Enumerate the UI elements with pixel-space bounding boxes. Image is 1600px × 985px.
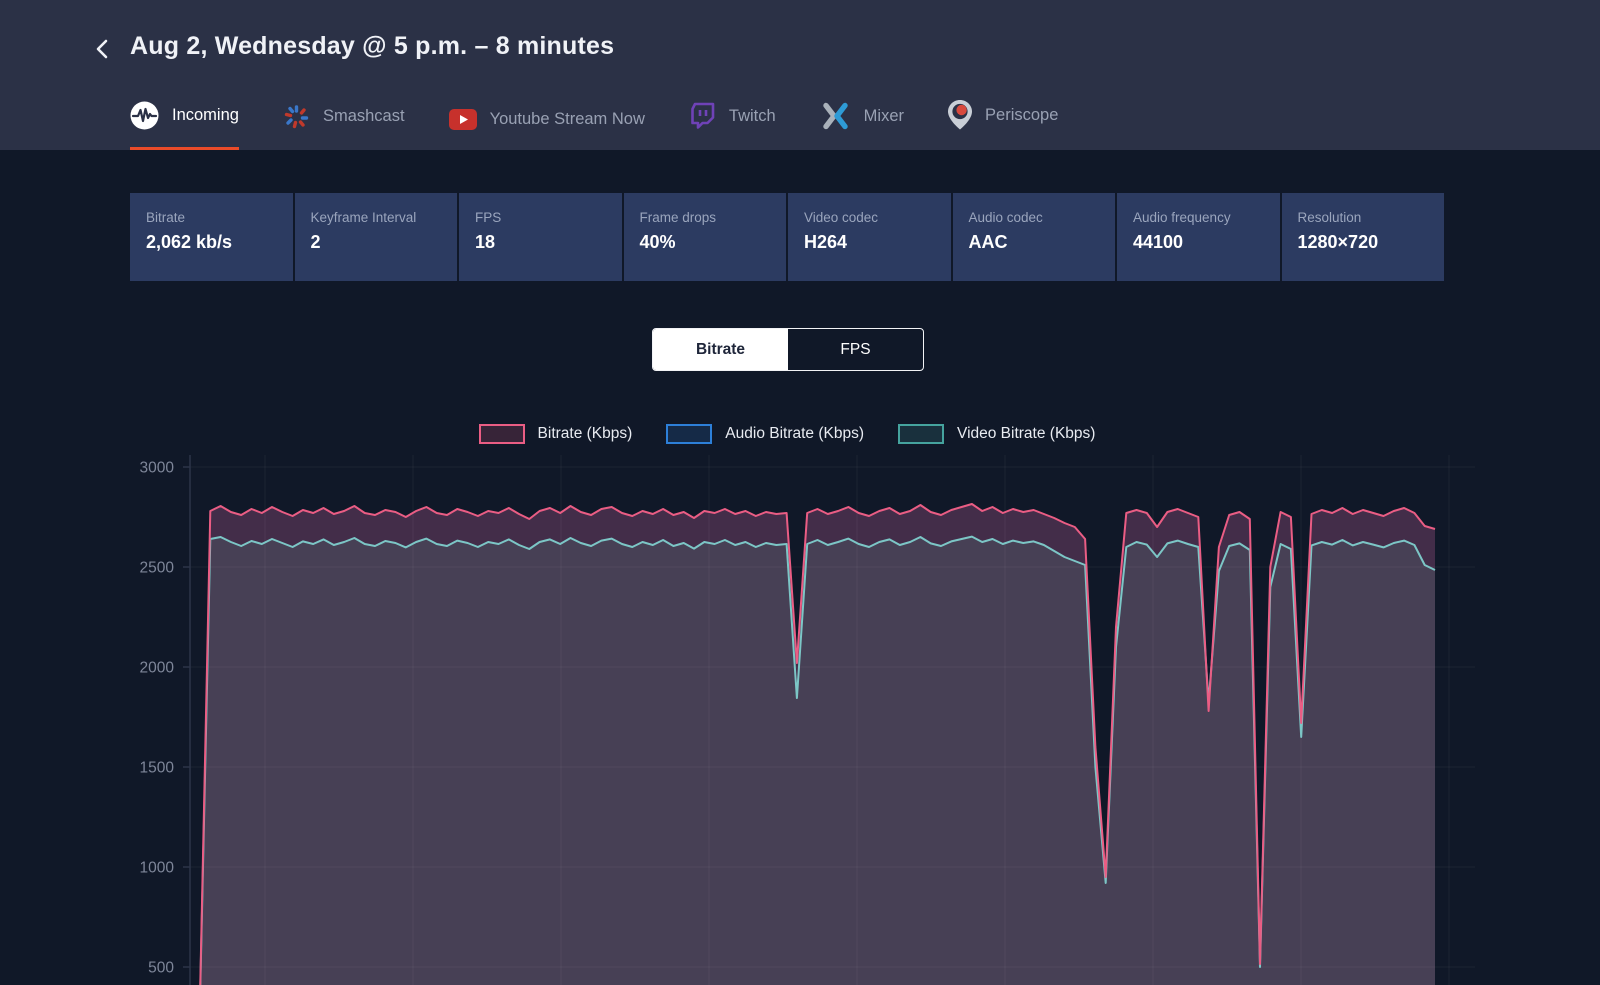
- tab-label: Youtube Stream Now: [489, 110, 645, 128]
- app: { "header": { "title": "Aug 2, Wednesday…: [0, 0, 1600, 985]
- tab-mixer[interactable]: Mixer: [820, 88, 904, 150]
- page-title: Aug 2, Wednesday @ 5 p.m. – 8 minutes: [130, 32, 615, 60]
- toggle-fps-button[interactable]: FPS: [788, 329, 923, 370]
- metric-toggle: Bitrate FPS: [652, 328, 924, 371]
- stat-value: 2: [310, 232, 321, 252]
- periscope-icon: [948, 100, 973, 130]
- stat-card-audio-codec: Audio codec AAC: [952, 193, 1115, 281]
- back-button[interactable]: [90, 36, 116, 62]
- stat-label: Audio codec: [968, 210, 1043, 225]
- tab-label: Smashcast: [322, 107, 405, 125]
- stat-label: Bitrate: [146, 210, 186, 225]
- stat-card-bitrate: Bitrate 2,062 kb/s: [130, 193, 293, 281]
- stat-label: Audio frequency: [1133, 210, 1231, 225]
- stat-card-frame-drops: Frame drops 40%: [623, 193, 786, 281]
- bitrate-chart[interactable]: 3000 2500 2000 1500 1000 500: [0, 440, 1600, 985]
- stat-card-audio-frequency: Audio frequency 44100: [1117, 193, 1280, 281]
- mixer-icon: [822, 102, 848, 130]
- stat-value: 1280×720: [1297, 232, 1379, 252]
- youtube-icon: [448, 109, 477, 130]
- stat-label: Keyframe Interval: [310, 210, 417, 225]
- stats-card-row: Bitrate 2,062 kb/s Keyframe Interval 2 F…: [130, 193, 1444, 281]
- stat-label: Video codec: [804, 210, 879, 225]
- stat-value: 18: [475, 232, 496, 252]
- tab-label: Periscope: [985, 105, 1059, 124]
- tab-label: Incoming: [172, 106, 239, 124]
- stat-value: AAC: [968, 232, 1008, 252]
- tab-twitch[interactable]: Twitch: [689, 88, 776, 150]
- stat-card-resolution: Resolution 1280×720: [1281, 193, 1444, 281]
- svg-text:2500: 2500: [140, 560, 175, 577]
- svg-text:3000: 3000: [140, 460, 175, 477]
- tab-bar: Incoming Smashcast Youtube Stream Now Tw…: [130, 86, 1058, 150]
- svg-text:500: 500: [148, 960, 174, 977]
- tab-incoming[interactable]: Incoming: [130, 87, 239, 150]
- stat-value: H264: [804, 232, 848, 252]
- stat-label: Frame drops: [639, 210, 717, 225]
- stat-label: Resolution: [1297, 210, 1362, 225]
- twitch-icon: [691, 102, 715, 129]
- svg-text:1500: 1500: [140, 760, 175, 777]
- tab-periscope[interactable]: Periscope: [948, 86, 1058, 150]
- stat-card-fps: FPS 18: [459, 193, 622, 281]
- stat-value: 44100: [1133, 232, 1184, 252]
- toggle-bitrate-button[interactable]: Bitrate: [653, 329, 788, 370]
- tab-youtube[interactable]: Youtube Stream Now: [448, 95, 645, 150]
- stat-value: 40%: [639, 232, 676, 252]
- stat-card-keyframe-interval: Keyframe Interval 2: [294, 193, 457, 281]
- chevron-left-icon: [96, 39, 108, 59]
- stat-card-video-codec: Video codec H264: [788, 193, 951, 281]
- svg-text:2000: 2000: [140, 660, 175, 677]
- incoming-waveform-icon: [130, 101, 159, 130]
- stat-label: FPS: [475, 210, 502, 225]
- tab-smashcast[interactable]: Smashcast: [283, 89, 405, 150]
- top-bar: Aug 2, Wednesday @ 5 p.m. – 8 minutes In…: [0, 0, 1600, 150]
- stat-value: 2,062 kb/s: [146, 232, 233, 252]
- smashcast-icon: [284, 105, 309, 129]
- tab-label: Mixer: [863, 106, 905, 125]
- tab-label: Twitch: [728, 106, 776, 125]
- svg-text:1000: 1000: [140, 860, 175, 877]
